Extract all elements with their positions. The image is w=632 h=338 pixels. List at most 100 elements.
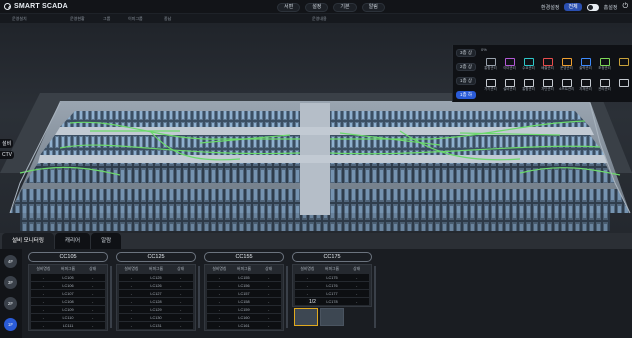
subheader-item[interactable]: 운영현황	[70, 16, 85, 22]
side-label-cctv[interactable]: CTV	[0, 151, 14, 159]
legend-label: 운영관리	[560, 66, 573, 70]
settings-link[interactable]: 환경설정	[541, 4, 559, 11]
subheader-item[interactable]: 종납	[164, 16, 171, 22]
table-row[interactable]: - LC128 -	[119, 298, 193, 305]
top-tab-1[interactable]: 서편	[277, 3, 301, 12]
cc-group-title[interactable]: CC105	[28, 252, 108, 262]
subheader-item[interactable]: 운영설치	[12, 16, 27, 22]
legend-item[interactable]: 수요관리	[519, 58, 538, 76]
subheader-item[interactable]: 그룹	[103, 16, 110, 22]
table-scrollbar[interactable]	[110, 266, 112, 328]
table-row[interactable]: - LC108 -	[31, 298, 105, 305]
image-pager[interactable]: 1/2	[306, 299, 319, 305]
legend-label: 이미관리	[503, 66, 516, 70]
legend-item[interactable]: 배출관리	[538, 58, 557, 76]
floor-circle-2f[interactable]: 2F	[4, 297, 17, 310]
legend-item[interactable]: 설비관리	[500, 79, 519, 97]
legend-item[interactable]: 자체관리	[576, 79, 595, 97]
camera-thumbnails	[294, 308, 344, 326]
legend-swatch	[523, 58, 534, 66]
facility-3d-view[interactable]: 3층 상 2층 상 1층 상 1층 하 0% 통합관리 이미관리 수요관리 배출관리 운…	[0, 23, 632, 250]
cell-buffer: LC157	[238, 291, 250, 296]
table-row[interactable]: - LC157 -	[207, 290, 281, 297]
table-scrollbar[interactable]	[286, 266, 288, 328]
top-tab-2[interactable]: 설정	[305, 3, 329, 12]
tab-alarm[interactable]: 알람	[91, 233, 122, 249]
table-row[interactable]: - LC131 -	[119, 322, 193, 329]
legend-item[interactable]: 가기관리	[481, 79, 500, 97]
floor-circle-4f[interactable]: 4F	[4, 255, 17, 268]
legend-item[interactable]: 소프트관리	[557, 79, 576, 97]
table-row[interactable]: - LC125 -	[119, 274, 193, 281]
cell-status: -	[268, 315, 270, 320]
cell-buffer: LC160	[238, 315, 250, 320]
table-row[interactable]: - LC160 -	[207, 314, 281, 321]
tab-carrier[interactable]: 캐리어	[54, 233, 91, 249]
cc-group-title[interactable]: CC175	[292, 252, 372, 262]
floor-circle-3f[interactable]: 3F	[4, 276, 17, 289]
table-row[interactable]: - LC161 -	[207, 322, 281, 329]
subheader-item[interactable]: 운영내용	[312, 16, 327, 22]
table-row[interactable]: - LC105 -	[31, 274, 105, 281]
table-row[interactable]: - LC106 -	[31, 282, 105, 289]
legend-swatch	[485, 58, 496, 66]
table-row[interactable]: - LC155 -	[207, 274, 281, 281]
legend-swatch	[485, 79, 496, 87]
cell-buffer: LC107	[62, 291, 74, 296]
table-row[interactable]: - LC129 -	[119, 306, 193, 313]
table-row[interactable]: - LC109 -	[31, 306, 105, 313]
legend-item[interactable]: 출력관리	[576, 58, 595, 76]
floor-circle-1f[interactable]: 1F	[4, 318, 17, 331]
top-tab-4[interactable]: 알림	[361, 3, 385, 12]
table-row[interactable]: - LC175 -	[295, 274, 369, 281]
legend-item[interactable]: 통합관리	[481, 58, 500, 76]
table-row[interactable]: - LC159 -	[207, 306, 281, 313]
cell-status: -	[268, 307, 270, 312]
view-all-button[interactable]: 전체	[564, 3, 582, 11]
table-row[interactable]: - LC127 -	[119, 290, 193, 297]
floor-button-1-lower[interactable]: 1층 하	[456, 91, 476, 99]
legend-label: 수요관리	[522, 66, 535, 70]
cell-buffer: LC125	[150, 275, 162, 280]
top-tab-3[interactable]: 기본	[333, 3, 357, 12]
table-row[interactable]: - LC130 -	[119, 314, 193, 321]
legend-item[interactable]: 통합관리	[519, 79, 538, 97]
legend-item[interactable]: 관리관리	[595, 79, 614, 97]
table-scrollbar[interactable]	[198, 266, 200, 328]
legend-item[interactable]	[614, 79, 632, 97]
tab-equipment-monitoring[interactable]: 설비 모니터링	[2, 233, 54, 249]
legend-item[interactable]: 이미관리	[500, 58, 519, 76]
legend-item[interactable]	[614, 58, 632, 76]
legend-swatch	[599, 58, 610, 66]
cc-group-title[interactable]: CC125	[116, 252, 196, 262]
camera-thumbnail[interactable]	[294, 308, 318, 326]
mode-toggle[interactable]	[586, 3, 599, 11]
legend-label: 가기관리	[484, 87, 497, 91]
cell-name: -	[218, 283, 220, 288]
table-row[interactable]: - LC126 -	[119, 282, 193, 289]
power-icon[interactable]: ⏻	[622, 3, 628, 11]
table-scrollbar[interactable]	[374, 266, 376, 328]
legend-item[interactable]: 운영관리	[557, 58, 576, 76]
legend-item[interactable]: 차단관리	[538, 79, 557, 97]
equipment-table: 설비명칭버퍼그룹상태-LC175--LC176--LC177--LC178-	[292, 264, 372, 307]
table-row[interactable]: - LC110 -	[31, 314, 105, 321]
table-row[interactable]: - LC176 -	[295, 282, 369, 289]
table-row[interactable]: - LC111 -	[31, 322, 105, 329]
table-row[interactable]: - LC156 -	[207, 282, 281, 289]
legend-item[interactable]: 조정관리	[595, 58, 614, 76]
table-row[interactable]: - LC158 -	[207, 298, 281, 305]
floor-button-2-upper[interactable]: 2층 상	[456, 63, 476, 71]
subheader-item[interactable]: 이미그룹	[128, 16, 143, 22]
floor-button-3-upper[interactable]: 3층 상	[456, 49, 476, 57]
cc-group-title[interactable]: CC155	[204, 252, 284, 262]
camera-thumbnail[interactable]	[320, 308, 344, 326]
side-label-equipment[interactable]: 설비	[0, 139, 14, 148]
cell-status: -	[356, 299, 358, 304]
table-row[interactable]: - LC177 -	[295, 290, 369, 297]
cell-name: -	[306, 291, 308, 296]
floor-button-1-upper[interactable]: 1층 상	[456, 77, 476, 85]
table-row[interactable]: - LC107 -	[31, 290, 105, 297]
column-header: 버퍼그룹	[237, 267, 251, 271]
home-setting-link[interactable]: 홈설정	[604, 4, 618, 11]
